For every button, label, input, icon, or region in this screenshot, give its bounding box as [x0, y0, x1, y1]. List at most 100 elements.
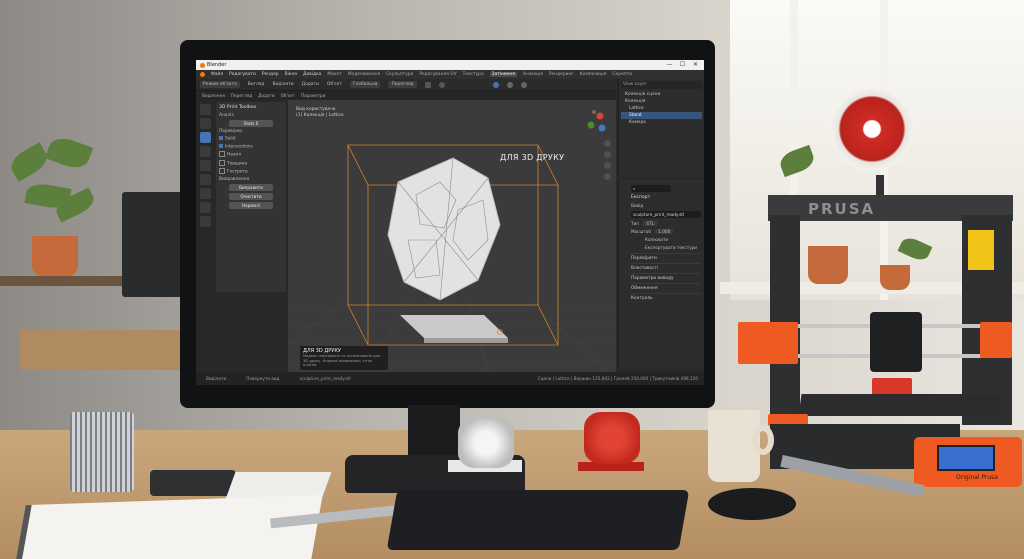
- viewport-scene: [247, 110, 616, 373]
- blender-menu-icon[interactable]: [200, 72, 205, 77]
- red-lattice-print: [584, 412, 640, 464]
- warning-label: [968, 230, 994, 270]
- tab-texture-paint[interactable]: Текстура: [463, 72, 484, 77]
- ortho-toggle-icon[interactable]: [604, 173, 611, 180]
- 3d-viewport[interactable]: [247, 100, 616, 373]
- white-lattice-print: [458, 418, 514, 468]
- panel-section[interactable]: Обмеження: [631, 283, 701, 293]
- mouse[interactable]: [708, 488, 796, 520]
- mode-dropdown[interactable]: Режим об'єкта: [200, 81, 240, 88]
- add-cube-tool-icon[interactable]: [200, 216, 211, 227]
- subheader-item[interactable]: Перегляд: [231, 93, 252, 98]
- snap-icon[interactable]: [424, 81, 431, 88]
- proportional-edit-icon[interactable]: [438, 81, 445, 88]
- check-intersections[interactable]: Intersections: [219, 144, 283, 149]
- check-solid[interactable]: Solid: [219, 136, 283, 142]
- note-body: Модель перевірена та оптимізована для 3D…: [303, 354, 381, 367]
- menu-window[interactable]: Вікно: [285, 72, 297, 77]
- menu-select[interactable]: Виділити: [272, 82, 293, 87]
- viewport-nav-buttons: [604, 140, 611, 180]
- panel-section[interactable]: Властивості: [631, 263, 701, 273]
- cleanup-clean-button[interactable]: Очистити: [229, 192, 273, 200]
- print-bed: [798, 394, 1002, 416]
- zoom-icon[interactable]: [604, 140, 611, 147]
- shading-solid-icon[interactable]: [492, 81, 499, 88]
- check-overhang[interactable]: Нахил: [219, 151, 283, 158]
- status-middle: Повернути вид: [246, 376, 280, 381]
- close-button[interactable]: ✕: [689, 60, 702, 70]
- format-dropdown[interactable]: STL: [643, 221, 657, 226]
- print-head: [870, 312, 922, 372]
- cleanup-normals-button[interactable]: Нормалі: [229, 201, 273, 209]
- panel-section[interactable]: Перевірити: [631, 253, 701, 263]
- option-checkbox[interactable]: Копіювати: [631, 237, 701, 242]
- subheader-item[interactable]: Виділення: [202, 93, 225, 98]
- filepath-field[interactable]: sculpture_print_ready.stl: [631, 211, 701, 218]
- option-checkbox[interactable]: Експортувати текстури: [631, 245, 701, 250]
- menu-object[interactable]: Об'єкт: [327, 82, 342, 87]
- print-toolbox-panel: 3D Print Toolbox Аналіз Stats 0 Перевірк…: [216, 102, 286, 292]
- rotate-tool-icon[interactable]: [200, 146, 211, 157]
- tab-shading[interactable]: Затінення: [489, 72, 517, 77]
- tab-animation[interactable]: Анімація: [523, 72, 543, 77]
- shading-material-icon[interactable]: [506, 81, 513, 88]
- check-thickness[interactable]: Товщина: [219, 160, 283, 166]
- cleanup-fix-button[interactable]: Виправити: [229, 183, 273, 191]
- shading-rendered-icon[interactable]: [520, 81, 527, 88]
- tab-layout[interactable]: Макет: [327, 72, 341, 77]
- blender-logo-icon: [200, 62, 205, 68]
- tab-compositing[interactable]: Композиція: [580, 72, 607, 77]
- move-tool-icon[interactable]: [200, 132, 211, 143]
- subheader-item[interactable]: Об'єкт: [281, 93, 295, 98]
- maximize-button[interactable]: ☐: [676, 60, 689, 70]
- tab-modeling[interactable]: Моделювання: [348, 72, 380, 77]
- menu-render[interactable]: Рендер: [262, 72, 279, 77]
- analyze-header[interactable]: Аналіз: [219, 113, 283, 118]
- tab-rendering[interactable]: Рендеринг: [549, 72, 574, 77]
- menu-view[interactable]: Вигляд: [248, 82, 265, 87]
- status-left: Виділити: [206, 376, 227, 381]
- subheader-item[interactable]: Додати: [258, 93, 274, 98]
- cursor-tool-icon[interactable]: [200, 118, 211, 129]
- outliner-row[interactable]: Колекція: [621, 98, 702, 105]
- menu-edit[interactable]: Редагувати: [229, 72, 256, 77]
- view-layer-header[interactable]: View Layer: [621, 81, 702, 89]
- scale-row: Масштаб 1.000: [631, 229, 701, 234]
- subheader-item[interactable]: Параметри: [301, 93, 326, 98]
- scale-field[interactable]: 1.000: [655, 229, 674, 234]
- viewport-info: Вид користувача (1) Колекція | Lattice: [296, 107, 344, 119]
- tool-shelf: [200, 104, 212, 294]
- pivot-dropdown[interactable]: Перегляд: [388, 81, 417, 88]
- annotate-tool-icon[interactable]: [200, 188, 211, 199]
- output-header[interactable]: Вивід: [631, 203, 701, 208]
- outliner-row[interactable]: Камера: [621, 119, 702, 126]
- measure-tool-icon[interactable]: [200, 202, 211, 213]
- transform-tool-icon[interactable]: [200, 174, 211, 185]
- outliner-row[interactable]: Lattice: [621, 105, 702, 112]
- plant-pot-right: [808, 246, 848, 284]
- menu-file[interactable]: Файл: [211, 72, 223, 77]
- tab-sculpting[interactable]: Скульптура: [386, 72, 413, 77]
- pan-hand-icon[interactable]: [604, 151, 611, 158]
- stats-button[interactable]: Stats 0: [229, 120, 273, 127]
- printer-pillar-left: [770, 215, 800, 425]
- minimize-button[interactable]: —: [663, 60, 676, 70]
- menu-add[interactable]: Додати: [302, 82, 319, 87]
- printer-x-end-left: [738, 322, 798, 364]
- scale-tool-icon[interactable]: [200, 160, 211, 171]
- tab-uv-editing[interactable]: Редагування UV: [419, 72, 456, 77]
- camera-view-icon[interactable]: [604, 162, 611, 169]
- window-title: Blender: [207, 62, 227, 68]
- check-sharpness[interactable]: Гострота: [219, 168, 283, 175]
- properties-search[interactable]: ⌕: [631, 185, 671, 192]
- outliner-row-selected[interactable]: Stand: [621, 112, 702, 119]
- orientation-dropdown[interactable]: Глобальна: [349, 81, 381, 88]
- outliner-row[interactable]: Колекція сцени: [621, 91, 702, 98]
- select-tool-icon[interactable]: [200, 104, 211, 115]
- plant-pot-left: [32, 236, 78, 276]
- panel-section[interactable]: Параметри виводу: [631, 273, 701, 283]
- keyboard[interactable]: [386, 490, 690, 550]
- panel-section[interactable]: Контроль: [631, 293, 701, 303]
- tab-scripting[interactable]: Скрипти: [612, 72, 632, 77]
- menu-help[interactable]: Довідка: [303, 72, 321, 77]
